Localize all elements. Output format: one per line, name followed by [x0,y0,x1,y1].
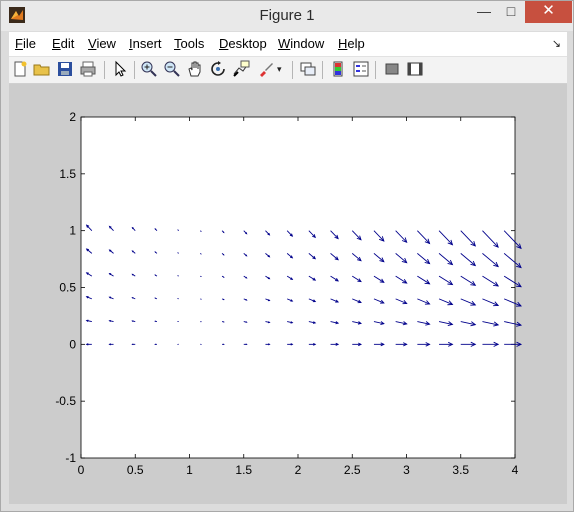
brush-dropdown-icon[interactable]: ▾ [277,60,287,78]
link-plot-icon[interactable] [299,60,317,78]
toolbar-separator [375,61,376,79]
y-tick-label: 2 [69,110,76,124]
x-tick-label: 0.5 [127,463,144,477]
y-tick-label: 1.5 [59,167,76,181]
quiver-arrow [177,229,179,231]
zoom-in-icon[interactable] [140,60,158,78]
toolbar-separator [292,61,293,79]
figure-toolbar: ▾ [9,57,567,84]
menu-insert[interactable]: Insert [129,36,162,51]
quiver-plot[interactable]: 0 0.5 1 1.5 2 2.5 3 3.5 4 -1 -0.5 0 0.5 1 1.5 2 [9,84,567,504]
menu-edit[interactable]: Edit [52,36,74,51]
quiver-arrow [108,343,114,346]
new-figure-icon[interactable] [11,60,29,78]
menu-window[interactable]: Window [278,36,324,51]
x-tick-label: 0 [78,463,85,477]
quiver-arrow [200,230,202,233]
menu-bar: File Edit View Insert Tools Desktop Wind… [9,32,567,57]
figure-window: Figure 1 — □ ✕ File Edit View Insert Too… [0,0,574,512]
y-tick-label: 0.5 [59,281,76,295]
pan-icon[interactable] [186,60,204,78]
dock-arrow-icon[interactable]: ↘ [552,37,561,50]
colorbar-icon[interactable] [329,60,347,78]
quiver-arrow [154,343,157,346]
x-tick-label: 2 [295,463,302,477]
x-tick-label: 3.5 [452,463,469,477]
quiver-arrow [154,320,158,323]
minimize-button[interactable]: — [471,1,497,23]
figure-canvas: 0 0.5 1 1.5 2 2.5 3 3.5 4 -1 -0.5 0 0.5 1 1.5 2 [9,84,567,504]
maximize-button[interactable]: □ [498,1,524,23]
x-tick-label: 1.5 [235,463,252,477]
open-file-icon[interactable] [33,60,51,78]
save-icon[interactable] [56,60,74,78]
brush-icon[interactable] [257,60,275,78]
axes-box[interactable] [80,116,516,459]
x-tick-label: 2.5 [344,463,361,477]
quiver-arrow [243,343,248,346]
edit-plot-icon[interactable] [111,60,129,78]
x-tick-label: 4 [512,463,519,477]
menu-help[interactable]: Help [338,36,365,51]
x-tick-label: 3 [403,463,410,477]
legend-icon[interactable] [352,60,370,78]
y-tick-label: 0 [69,337,76,351]
quiver-arrow [265,343,271,346]
print-icon[interactable] [79,60,97,78]
quiver-arrow [131,343,136,346]
close-button[interactable]: ✕ [525,1,572,23]
toolbar-separator [134,61,135,79]
menu-view[interactable]: View [88,36,116,51]
menu-tools[interactable]: Tools [174,36,204,51]
quiver-arrow [221,321,225,323]
menu-file[interactable]: File [15,36,36,51]
toolbar-separator [322,61,323,79]
x-tick-label: 1 [186,463,193,477]
y-tick-label: 1 [69,224,76,238]
title-bar[interactable]: Figure 1 — □ ✕ [1,1,573,31]
y-tick-label: -0.5 [55,394,76,408]
data-cursor-icon[interactable] [232,60,250,78]
rotate-3d-icon[interactable] [209,60,227,78]
hide-plot-tools-icon[interactable] [383,60,401,78]
toolbar-separator [104,61,105,79]
menu-desktop[interactable]: Desktop [219,36,267,51]
y-tick-label: -1 [65,451,76,465]
quiver-arrow [222,343,225,346]
zoom-out-icon[interactable] [163,60,181,78]
show-plot-tools-icon[interactable] [406,60,424,78]
